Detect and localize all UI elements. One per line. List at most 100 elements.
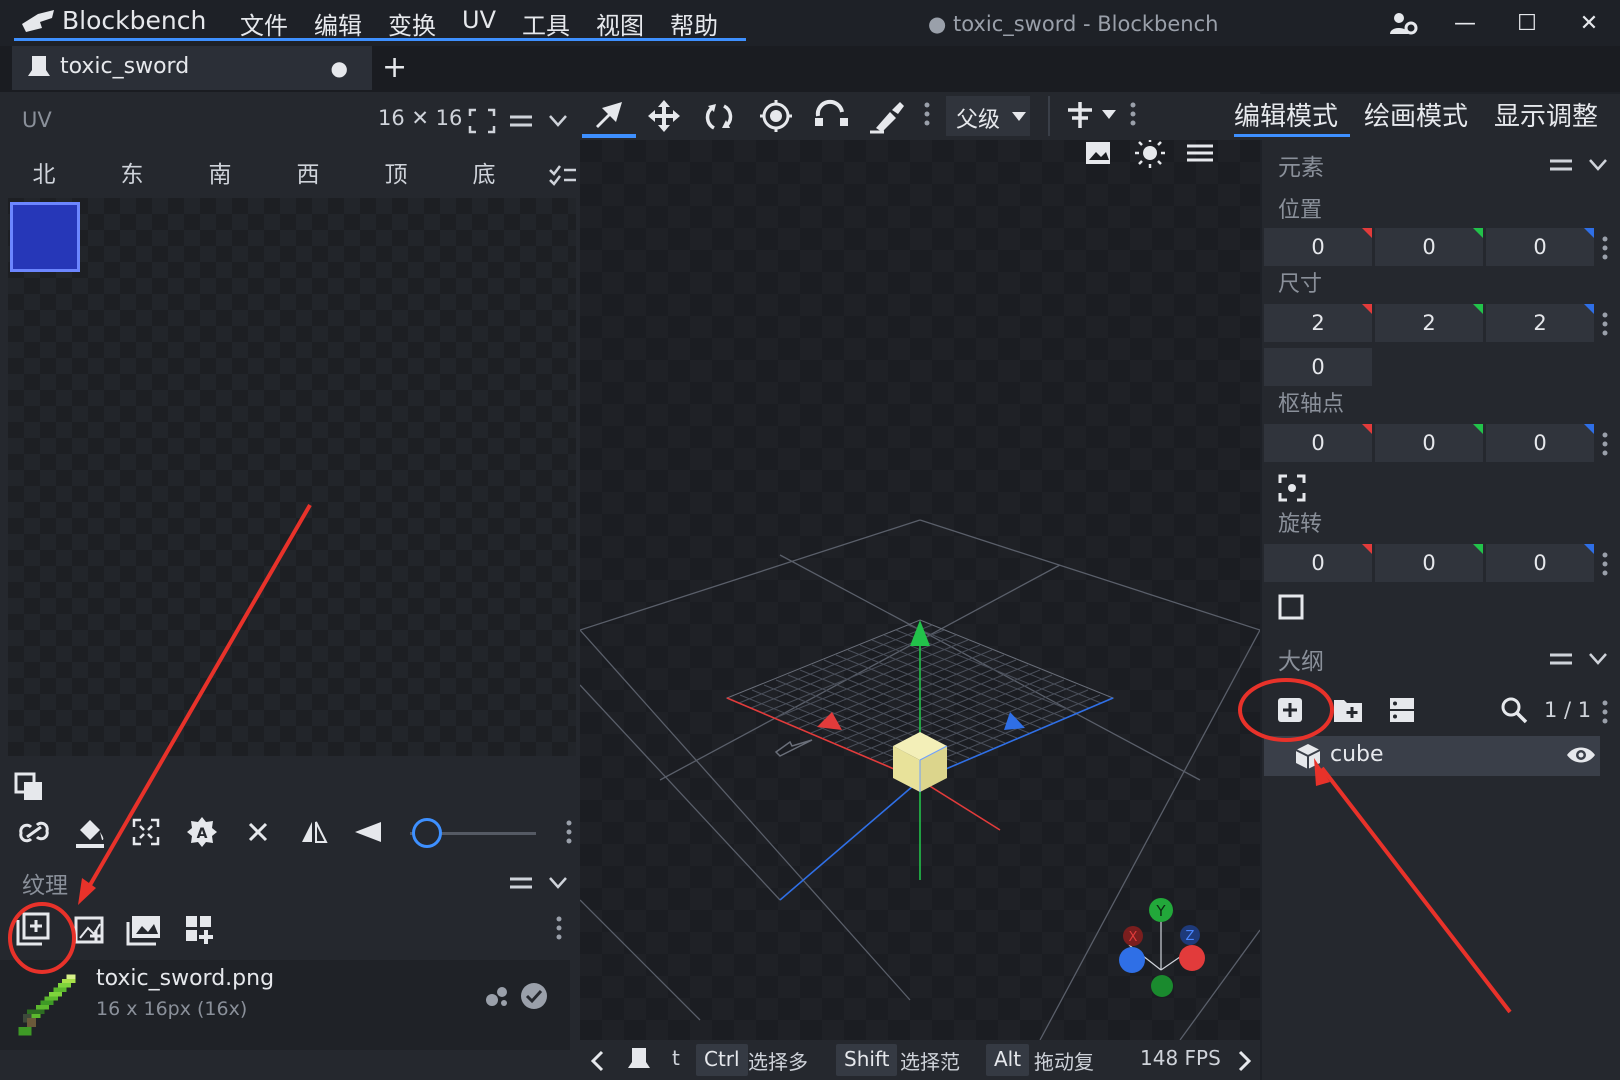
outliner-item-cube[interactable]: cube bbox=[1264, 736, 1600, 776]
more-options-icon[interactable] bbox=[1130, 102, 1136, 126]
minimize-button[interactable]: — bbox=[1434, 0, 1496, 46]
status-bar: t Ctrl 选择多 Shift 选择范 Alt 拖动复 148 FPS bbox=[580, 1040, 1260, 1080]
add-element-icon[interactable] bbox=[1066, 100, 1094, 130]
mirror-icon[interactable] bbox=[294, 812, 334, 852]
mode-paint[interactable]: 绘画模式 bbox=[1364, 96, 1468, 133]
rotation-y-field[interactable]: 0 bbox=[1375, 544, 1483, 582]
new-tab-button[interactable]: + bbox=[382, 50, 407, 85]
pivot-tool-icon[interactable] bbox=[756, 98, 796, 134]
menu-transform[interactable]: 变换 bbox=[388, 6, 436, 41]
face-tab-west[interactable]: 西 bbox=[264, 152, 352, 198]
menu-edit[interactable]: 编辑 bbox=[314, 6, 362, 41]
mode-edit[interactable]: 编辑模式 bbox=[1234, 96, 1338, 133]
maximize-button[interactable]: ☐ bbox=[1496, 0, 1558, 46]
position-y-field[interactable]: 0 bbox=[1375, 228, 1483, 266]
rotation-x-field[interactable]: 0 bbox=[1264, 544, 1372, 582]
chevron-down-icon[interactable] bbox=[548, 876, 568, 890]
chevron-down-icon[interactable] bbox=[1588, 158, 1608, 172]
size-label: 尺寸 bbox=[1278, 272, 1323, 297]
vertex-snap-icon[interactable] bbox=[812, 98, 852, 134]
texture-list-item[interactable]: toxic_sword.png 16 x 16px (16x) bbox=[0, 960, 570, 1050]
position-x-field[interactable]: 0 bbox=[1264, 228, 1372, 266]
fill-bucket-icon[interactable] bbox=[70, 812, 110, 852]
more-options-icon[interactable] bbox=[1602, 236, 1608, 260]
search-icon[interactable] bbox=[1500, 696, 1528, 724]
copy-icon[interactable] bbox=[14, 772, 46, 804]
more-options-icon[interactable] bbox=[1602, 432, 1608, 456]
size-y-field[interactable]: 2 bbox=[1375, 304, 1483, 342]
menu-view[interactable]: 视图 bbox=[596, 6, 644, 41]
fullscreen-icon[interactable] bbox=[468, 108, 496, 134]
chevron-down-icon[interactable] bbox=[1588, 652, 1608, 666]
3d-viewport[interactable]: Y X Z bbox=[580, 140, 1260, 1040]
more-options-icon[interactable] bbox=[1602, 312, 1608, 336]
link-icon[interactable] bbox=[14, 812, 54, 852]
transform-space-select[interactable]: 父级 bbox=[946, 96, 1030, 136]
menu-tools[interactable]: 工具 bbox=[522, 6, 570, 41]
unsaved-indicator[interactable]: ● bbox=[331, 56, 348, 80]
size-z-field[interactable]: 2 bbox=[1486, 304, 1594, 342]
import-texture-icon[interactable] bbox=[14, 910, 54, 950]
rotate-tool-icon[interactable] bbox=[700, 98, 740, 134]
panel-collapse-icon[interactable] bbox=[1548, 156, 1574, 174]
chevron-down-icon[interactable] bbox=[548, 114, 568, 128]
particle-icon[interactable] bbox=[484, 984, 512, 1008]
clear-uv-icon[interactable] bbox=[238, 812, 278, 852]
rotate-uv-icon[interactable] bbox=[348, 812, 388, 852]
face-tab-down[interactable]: 底 bbox=[440, 152, 528, 198]
more-options-icon[interactable] bbox=[1602, 552, 1608, 576]
menu-uv[interactable]: UV bbox=[462, 6, 496, 41]
position-z-field[interactable]: 0 bbox=[1486, 228, 1594, 266]
more-options-icon[interactable] bbox=[566, 820, 572, 844]
paint-brush-icon[interactable] bbox=[866, 98, 906, 134]
uv-selection-box[interactable] bbox=[10, 202, 80, 272]
move-tool-icon[interactable] bbox=[590, 98, 630, 134]
size-x-field[interactable]: 2 bbox=[1264, 304, 1372, 342]
chevron-right-icon[interactable] bbox=[1238, 1050, 1252, 1072]
center-pivot-icon[interactable] bbox=[1278, 474, 1306, 502]
checkbox-icon[interactable] bbox=[1278, 594, 1304, 620]
texture-applied-check-icon[interactable] bbox=[520, 982, 548, 1010]
uv-rotation-slider-knob[interactable] bbox=[412, 818, 442, 848]
load-folder-icon[interactable] bbox=[124, 910, 164, 950]
tab-toxic-sword[interactable]: toxic_sword ● bbox=[12, 46, 372, 90]
checklist-icon[interactable] bbox=[548, 164, 578, 186]
resize-tool-icon[interactable] bbox=[644, 98, 684, 134]
panel-collapse-icon[interactable] bbox=[508, 874, 534, 892]
chevron-left-icon[interactable] bbox=[590, 1050, 604, 1072]
pivot-x-field[interactable]: 0 bbox=[1264, 424, 1372, 462]
right-panel: 元素 位置 0 0 0 尺寸 2 2 2 0 枢轴点 0 0 0 旋转 0 0 … bbox=[1262, 140, 1620, 1080]
texture-grid-icon[interactable] bbox=[180, 910, 220, 950]
panel-collapse-icon[interactable] bbox=[508, 112, 534, 130]
add-cube-icon[interactable] bbox=[1276, 696, 1304, 724]
add-group-icon[interactable] bbox=[1332, 696, 1364, 724]
face-tab-up[interactable]: 顶 bbox=[352, 152, 440, 198]
maximize-uv-icon[interactable] bbox=[126, 812, 166, 852]
close-button[interactable]: ✕ bbox=[1558, 0, 1620, 46]
more-options-icon[interactable] bbox=[1602, 700, 1608, 724]
more-options-icon[interactable] bbox=[556, 916, 562, 940]
face-tab-south[interactable]: 南 bbox=[176, 152, 264, 198]
menu-file[interactable]: 文件 bbox=[240, 6, 288, 41]
pivot-z-field[interactable]: 0 bbox=[1486, 424, 1594, 462]
panel-collapse-icon[interactable] bbox=[1548, 650, 1574, 668]
app-name[interactable]: Blockbench bbox=[62, 6, 206, 35]
rotation-z-field[interactable]: 0 bbox=[1486, 544, 1594, 582]
uv-size[interactable]: 16 ✕ 16 bbox=[378, 106, 462, 130]
pivot-y-field[interactable]: 0 bbox=[1375, 424, 1483, 462]
face-tab-east[interactable]: 东 bbox=[88, 152, 176, 198]
menu-help[interactable]: 帮助 bbox=[670, 6, 718, 41]
more-options-icon[interactable] bbox=[924, 102, 930, 126]
visibility-eye-icon[interactable] bbox=[1566, 744, 1596, 766]
window-title: ● toxic_sword - Blockbench bbox=[928, 12, 1219, 36]
uv-editor-canvas[interactable] bbox=[8, 198, 576, 756]
face-tab-north[interactable]: 北 bbox=[0, 152, 88, 198]
inflate-field[interactable]: 0 bbox=[1264, 348, 1372, 386]
create-texture-icon[interactable] bbox=[70, 910, 110, 950]
outliner-toggle-icon[interactable] bbox=[1388, 696, 1416, 724]
account-settings-icon[interactable] bbox=[1372, 0, 1434, 46]
gizmo-y-label: Y bbox=[1155, 902, 1166, 920]
caret-down-icon[interactable] bbox=[1102, 110, 1116, 120]
auto-uv-icon[interactable]: A bbox=[182, 812, 222, 852]
mode-display[interactable]: 显示调整 bbox=[1494, 96, 1598, 133]
